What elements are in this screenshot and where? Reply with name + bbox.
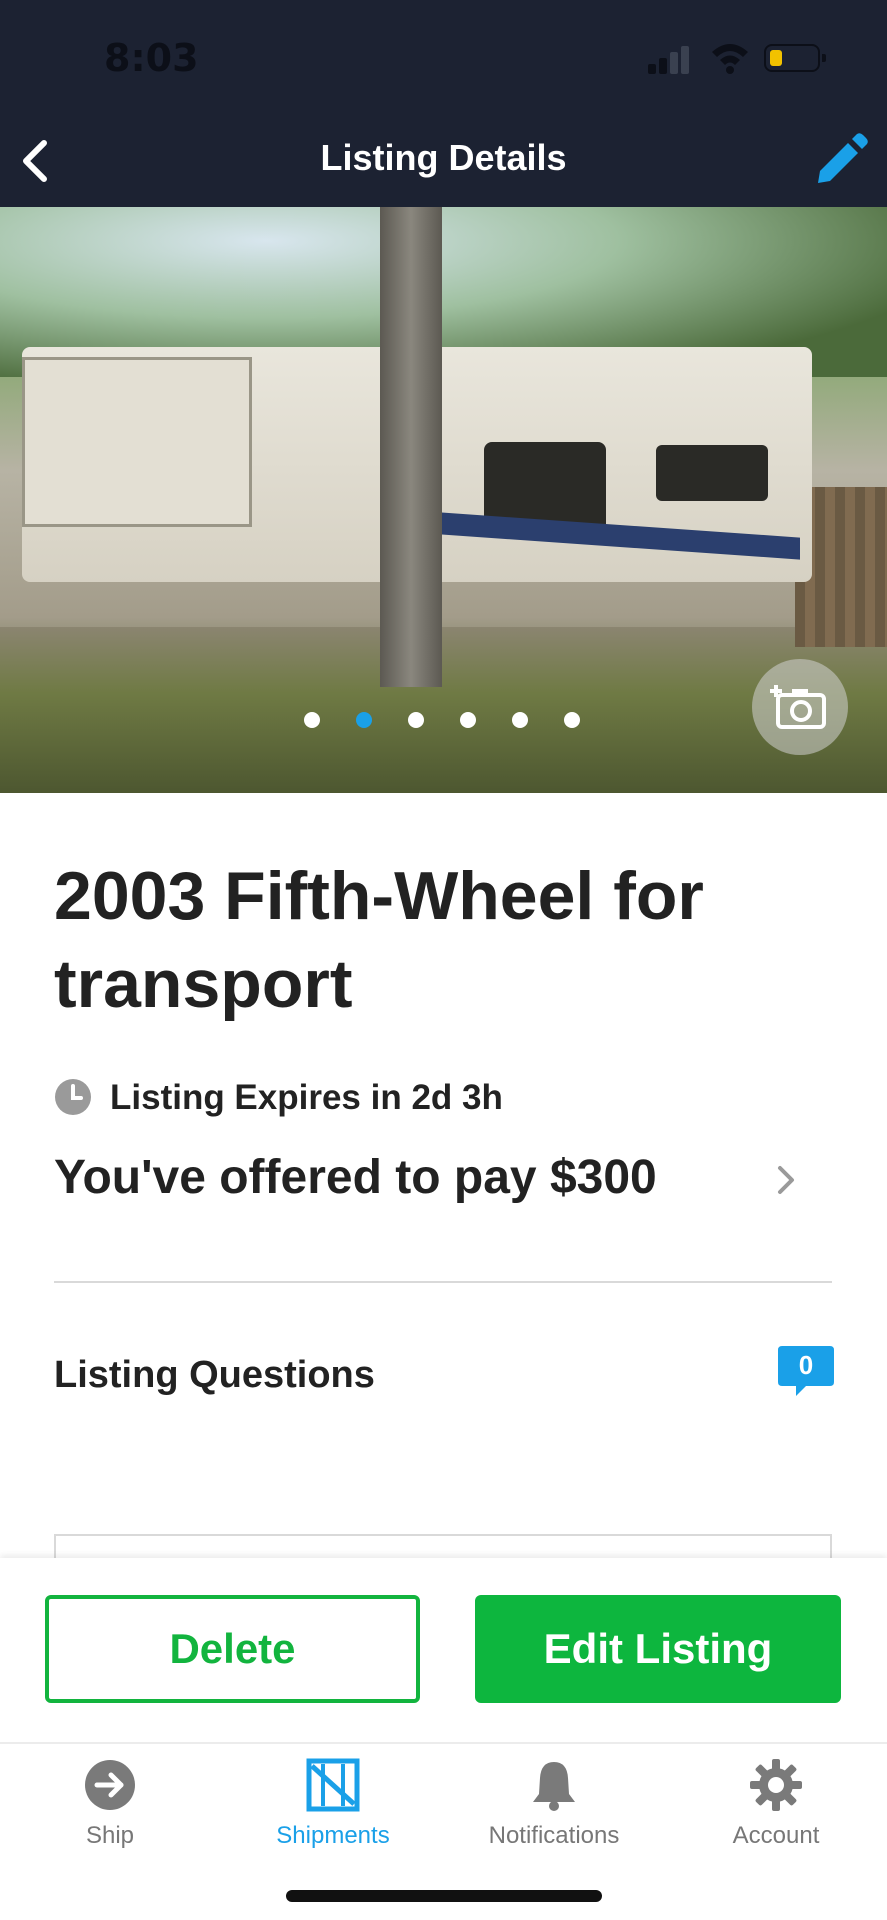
tab-ship[interactable]: Ship: [10, 1758, 210, 1868]
status-bar: 8:03: [0, 0, 887, 115]
action-bar: Delete Edit Listing: [0, 1558, 887, 1742]
gallery-dot[interactable]: [304, 712, 320, 728]
photo-tree: [380, 207, 442, 687]
tab-shipments[interactable]: Shipments: [233, 1758, 433, 1868]
tab-notifications[interactable]: Notifications: [454, 1758, 654, 1868]
gear-icon: [750, 1759, 802, 1811]
edit-listing-button[interactable]: Edit Listing: [475, 1595, 841, 1703]
gallery-dot-active[interactable]: [356, 712, 372, 728]
tab-label: Notifications: [488, 1822, 620, 1849]
tab-label: Account: [732, 1822, 820, 1849]
listing-photo-gallery[interactable]: [0, 207, 887, 793]
listing-title: 2003 Fifth-Wheel for transport: [54, 858, 704, 1022]
arrow-circle-icon: [85, 1760, 135, 1810]
shipments-icon: [306, 1758, 360, 1812]
offer-text: You've offered to pay $300: [54, 1151, 657, 1204]
wifi-icon: [712, 44, 748, 74]
cellular-signal-icon: [648, 44, 692, 74]
divider: [54, 1281, 832, 1283]
add-photo-button[interactable]: [752, 659, 848, 755]
bell-icon: [533, 1762, 575, 1811]
photo-rv-front: [22, 357, 252, 527]
delete-button[interactable]: Delete: [45, 1595, 420, 1703]
expiry-text: Listing Expires in 2d 3h: [110, 1078, 503, 1117]
nav-bar: Listing Details: [0, 115, 887, 207]
offer-row[interactable]: You've offered to pay $300: [54, 1148, 814, 1214]
tab-label: Ship: [85, 1822, 135, 1849]
clock-icon: [55, 1079, 91, 1115]
status-time: 8:03: [104, 36, 199, 80]
listing-questions-row[interactable]: Listing Questions 0: [54, 1346, 834, 1406]
chevron-right-icon: [778, 1166, 794, 1194]
home-indicator: [286, 1890, 602, 1902]
gallery-dot[interactable]: [460, 712, 476, 728]
tab-account[interactable]: Account: [676, 1758, 876, 1868]
photo-rv-window: [656, 445, 768, 501]
add-photo-camera-icon: [770, 685, 826, 729]
page-title: Listing Details: [320, 137, 567, 178]
questions-count-badge: 0: [778, 1346, 834, 1398]
tab-label: Shipments: [276, 1822, 390, 1849]
pencil-icon[interactable]: [812, 131, 870, 189]
listing-questions-label: Listing Questions: [54, 1354, 375, 1396]
gallery-dot[interactable]: [512, 712, 528, 728]
questions-count: 0: [798, 1350, 814, 1380]
gallery-dot[interactable]: [408, 712, 424, 728]
gallery-dot[interactable]: [564, 712, 580, 728]
battery-low-icon: [764, 44, 826, 72]
